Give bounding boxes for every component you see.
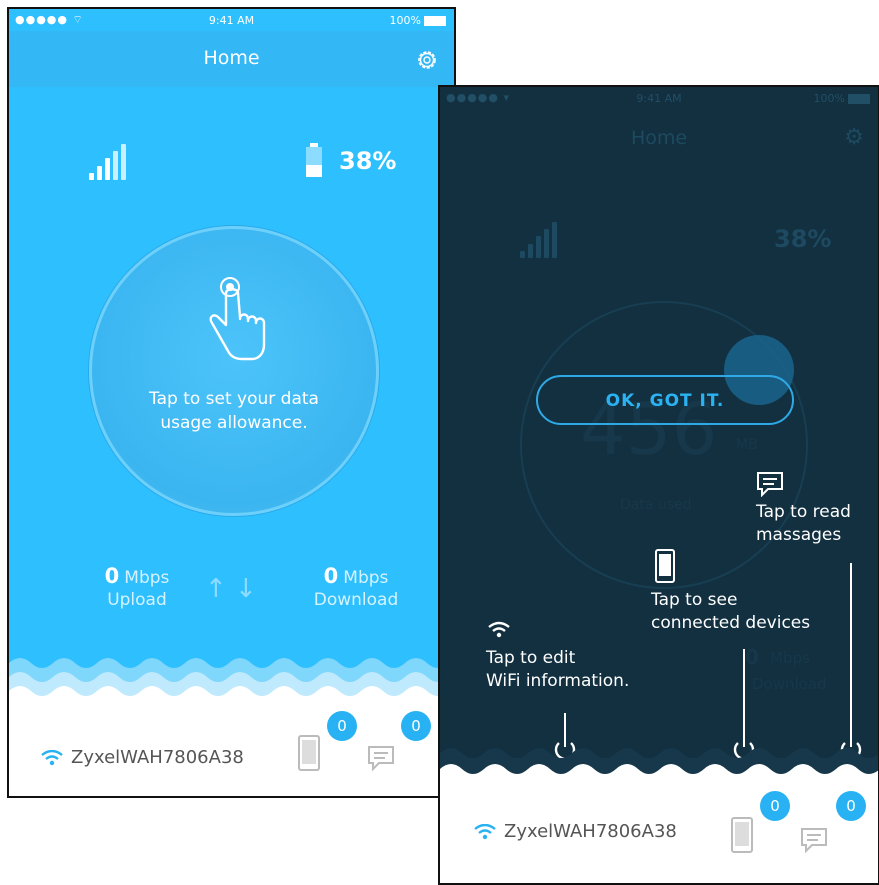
connected-devices-icon[interactable]: [730, 817, 754, 853]
wifi-hint: Tap to edit WiFi information.: [486, 647, 629, 693]
signal-strength-icon: [89, 144, 129, 180]
messages-hint: Tap to read massages: [756, 501, 851, 547]
download-unit-dim: Mbps: [770, 649, 810, 667]
devices-pointer-line: [743, 649, 745, 747]
download-label: Download: [313, 590, 399, 610]
messages-icon[interactable]: [367, 745, 395, 771]
wifi-hint-line2: WiFi information.: [486, 671, 630, 691]
usage-label-dim: Data used: [620, 497, 692, 513]
battery-percent-dim: 38%: [774, 225, 832, 253]
page-title-dim: Home: [630, 127, 688, 149]
download-speed: 0 Mbps Download: [291, 564, 421, 610]
wifi-info-button[interactable]: ZyxelWAH7806A38: [41, 747, 244, 768]
upload-label: Upload: [107, 590, 167, 610]
messages-hint-icon: [757, 472, 783, 497]
usage-unit-dim: MB: [736, 437, 758, 453]
transfer-arrows-icon: ↑ ↓: [205, 574, 257, 604]
home-screen: ●●●●● ⌔ 9:41 AM 100% Home 38% Tap to set…: [7, 7, 456, 798]
wifi-info-button-tutorial[interactable]: ZyxelWAH7806A38: [474, 821, 677, 842]
messages-count-badge: 0: [836, 791, 866, 821]
battery-status-dim: 100%: [814, 92, 870, 105]
messages-icon[interactable]: [800, 827, 828, 853]
devices-hint-icon: [655, 549, 675, 583]
tutorial-screen: ●●●●● ▾ 9:41 AM 100% Home ⚙ 38% 456 MB D…: [438, 85, 879, 885]
signal-strength-icon-dim: [520, 222, 560, 258]
upload-value: 0: [104, 564, 120, 588]
messages-count-badge: 0: [401, 711, 431, 741]
gear-icon-dim: ⚙: [844, 125, 864, 150]
wifi-icon: [474, 823, 496, 840]
data-allowance-text: Tap to set your data usage allowance.: [92, 387, 376, 435]
upload-unit: Mbps: [124, 568, 170, 588]
wifi-icon: [41, 749, 63, 766]
status-bar-dim: ●●●●● ▾ 9:41 AM 100%: [440, 87, 878, 109]
battery-status: 100%: [390, 14, 446, 27]
devices-count-badge: 0: [760, 791, 790, 821]
wave-decoration-dim: [440, 748, 878, 779]
gear-icon[interactable]: [414, 47, 440, 73]
clock-dim: 9:41 AM: [636, 92, 682, 105]
wifi-ssid: ZyxelWAH7806A38: [71, 747, 244, 768]
devices-count-badge: 0: [327, 711, 357, 741]
messages-hint-line1: Tap to read: [756, 502, 851, 522]
download-value-dim: 0: [745, 645, 759, 669]
wifi-hint-icon: [488, 621, 510, 638]
wave-decoration: [9, 658, 454, 709]
tap-hand-icon: [209, 277, 266, 361]
battery-level-icon: [306, 143, 322, 177]
download-value: 0: [323, 564, 339, 588]
messages-pointer-line: [850, 563, 852, 747]
clock: 9:41 AM: [208, 14, 255, 27]
battery-status-text: 100%: [389, 14, 421, 27]
battery-percent: 38%: [339, 147, 397, 175]
nav-bar: Home: [9, 31, 454, 87]
messages-hint-line2: massages: [756, 525, 842, 545]
page-title: Home: [203, 47, 260, 69]
wifi-ssid: ZyxelWAH7806A38: [504, 821, 677, 842]
status-bar: ●●●●● ⌔ 9:41 AM 100%: [9, 9, 454, 31]
devices-hint-line1: Tap to see: [651, 590, 738, 610]
battery-icon: [424, 16, 446, 26]
devices-hint-line2: connected devices: [651, 613, 811, 633]
upload-speed: 0 Mbps Upload: [77, 564, 197, 610]
battery-status-dim-text: 100%: [813, 92, 845, 105]
wifi-hint-line1: Tap to edit: [486, 648, 576, 668]
data-allowance-line1: Tap to set your data: [149, 389, 319, 409]
battery-icon-dim: [848, 94, 870, 104]
download-unit: Mbps: [343, 568, 389, 588]
data-allowance-line2: usage allowance.: [160, 413, 308, 433]
devices-hint: Tap to see connected devices: [651, 589, 810, 635]
download-label-dim: Download: [752, 675, 827, 693]
connected-devices-icon[interactable]: [297, 735, 321, 771]
ok-got-it-button[interactable]: OK, GOT IT.: [536, 375, 794, 425]
data-allowance-circle[interactable]: Tap to set your data usage allowance.: [89, 226, 379, 516]
